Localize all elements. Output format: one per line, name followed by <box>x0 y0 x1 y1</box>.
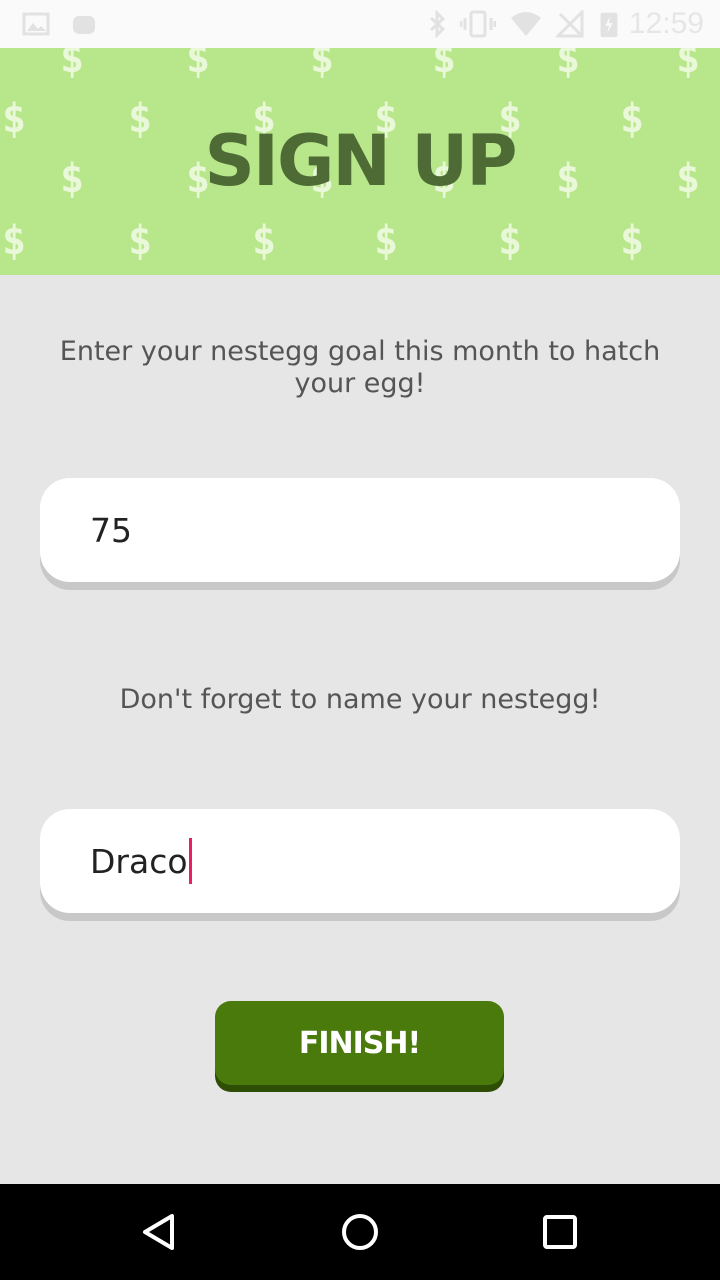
page-title: SIGN UP <box>204 120 517 202</box>
back-icon[interactable] <box>136 1208 184 1256</box>
vibrate-icon <box>460 10 496 38</box>
navigation-bar <box>0 1184 720 1280</box>
dollar-sign-icon: $ <box>432 48 457 82</box>
text-cursor <box>188 838 192 884</box>
nestegg-name-value: Draco <box>90 841 188 881</box>
goal-prompt: Enter your nestegg goal this month to ha… <box>59 336 661 399</box>
dollar-sign-icon: $ <box>374 218 399 264</box>
android-icon <box>73 16 95 34</box>
wifi-icon <box>511 12 541 36</box>
dollar-sign-icon: $ <box>676 48 701 82</box>
dollar-sign-icon: $ <box>310 48 335 82</box>
home-icon[interactable] <box>336 1208 384 1256</box>
recents-icon[interactable] <box>536 1208 584 1256</box>
no-signal-icon <box>556 10 584 38</box>
finish-button[interactable]: FINISH! <box>215 1001 504 1085</box>
dollar-sign-icon: $ <box>128 218 153 264</box>
nestegg-name-input[interactable]: Draco <box>40 809 680 913</box>
header-banner: $ $ $ $ $ $ $ $ $ $ $ $ $ $ $ $ $ $ $ $ $ $ $ $ SIGN UP <box>0 48 720 275</box>
dollar-sign-icon: $ <box>620 218 645 264</box>
status-time: 12:59 <box>628 7 704 40</box>
dollar-sign-icon: $ <box>2 218 27 264</box>
goal-input[interactable]: 75 <box>40 478 680 582</box>
goal-input-value: 75 <box>90 510 132 550</box>
dollar-sign-icon: $ <box>498 218 523 264</box>
dollar-sign-icon: $ <box>186 48 211 82</box>
bluetooth-icon <box>429 10 446 38</box>
dollar-sign-icon: $ <box>556 48 581 82</box>
battery-charging-icon <box>600 12 618 38</box>
image-icon <box>22 12 50 36</box>
dollar-sign-icon: $ <box>60 48 85 82</box>
name-prompt: Don't forget to name your nestegg! <box>119 684 601 715</box>
status-bar: 12:59 <box>0 0 720 48</box>
dollar-sign-icon: $ <box>252 218 277 264</box>
